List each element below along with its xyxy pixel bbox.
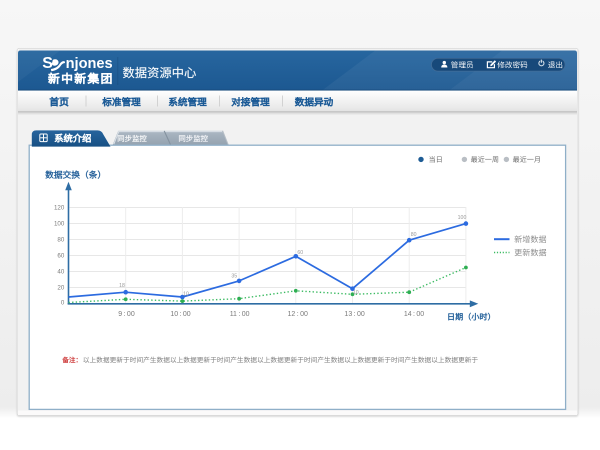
svg-text:18: 18 — [119, 283, 125, 289]
svg-text:40: 40 — [57, 269, 64, 276]
svg-text:20: 20 — [57, 285, 64, 292]
svg-text:9 : 00: 9 : 00 — [118, 311, 135, 318]
svg-text:100: 100 — [458, 215, 467, 221]
svg-text:0: 0 — [61, 300, 65, 307]
svg-text:10 : 00: 10 : 00 — [170, 311, 190, 318]
svg-text:60: 60 — [57, 253, 64, 260]
svg-text:10: 10 — [183, 291, 189, 297]
svg-text:80: 80 — [57, 237, 64, 244]
svg-text:njones: njones — [66, 56, 113, 72]
svg-text:100: 100 — [54, 221, 65, 228]
svg-text:12 : 00: 12 : 00 — [288, 311, 308, 318]
svg-text:11 : 00: 11 : 00 — [230, 311, 250, 318]
svg-text:35: 35 — [231, 273, 237, 279]
svg-text:80: 80 — [411, 232, 417, 238]
svg-text:14 : 00: 14 : 00 — [404, 311, 424, 318]
svg-text:120: 120 — [54, 205, 65, 212]
svg-text:60: 60 — [297, 250, 303, 256]
svg-text:13 : 00: 13 : 00 — [344, 311, 364, 318]
svg-text:10: 10 — [353, 290, 359, 296]
